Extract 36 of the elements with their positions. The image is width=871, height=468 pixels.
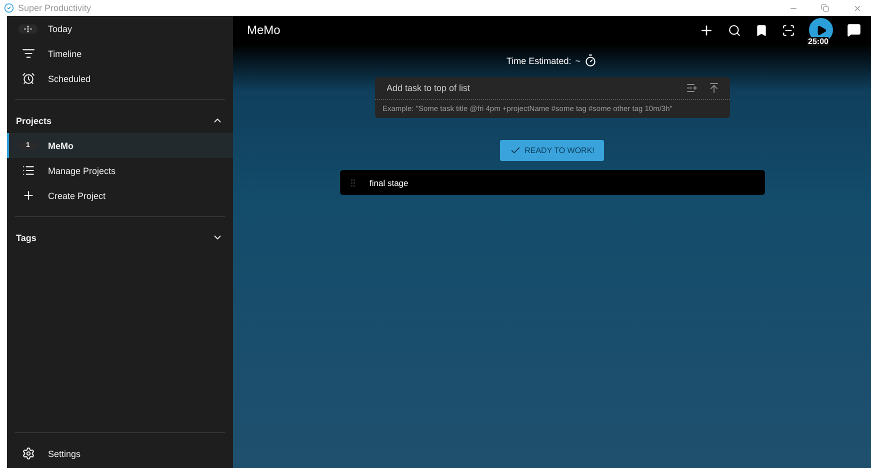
nav-item[interactable]: Create Project bbox=[7, 183, 233, 208]
today-icon bbox=[18, 24, 38, 34]
timer-label: 25:00 bbox=[807, 37, 830, 46]
arrow-up-to-line-icon[interactable] bbox=[708, 82, 720, 94]
plus-icon bbox=[22, 189, 34, 202]
list-plus-icon[interactable] bbox=[686, 82, 698, 94]
page-title: MeMo bbox=[247, 23, 282, 37]
time-estimated-label: Time Estimated: bbox=[506, 56, 572, 66]
filter-lines-icon bbox=[22, 47, 34, 60]
app-logo-icon bbox=[4, 3, 14, 13]
alarm-clock-icon bbox=[22, 72, 34, 85]
nav-item[interactable]: Today bbox=[7, 16, 233, 41]
time-estimated-value: ~ bbox=[575, 56, 580, 66]
check-icon bbox=[510, 145, 521, 156]
task-row[interactable]: final stage bbox=[340, 170, 764, 195]
list-icon bbox=[22, 164, 34, 177]
nav-item[interactable]: Timeline bbox=[7, 41, 233, 66]
add-button[interactable] bbox=[699, 22, 714, 38]
search-button[interactable] bbox=[728, 24, 741, 36]
bookmark-button[interactable] bbox=[755, 24, 768, 36]
add-task-input[interactable]: Add task to top of list bbox=[384, 82, 676, 94]
play-icon bbox=[816, 24, 826, 36]
task-title: final stage bbox=[370, 178, 408, 188]
section-header[interactable]: Projects bbox=[7, 108, 233, 133]
notes-button[interactable] bbox=[847, 23, 861, 37]
stopwatch-icon bbox=[584, 54, 598, 67]
nav-item[interactable]: Manage Projects bbox=[7, 158, 233, 183]
window-title: Super Productivity bbox=[18, 3, 92, 13]
ready-to-work-button[interactable]: READY TO WORK! bbox=[500, 140, 604, 161]
focus-button[interactable] bbox=[782, 24, 795, 36]
section-header[interactable]: Tags bbox=[7, 225, 233, 250]
close-icon[interactable] bbox=[852, 4, 862, 12]
settings-icon bbox=[22, 447, 34, 460]
settings-item[interactable]: Settings bbox=[7, 441, 233, 466]
nav-item[interactable]: Scheduled bbox=[7, 66, 233, 91]
restore-icon[interactable] bbox=[821, 4, 829, 12]
